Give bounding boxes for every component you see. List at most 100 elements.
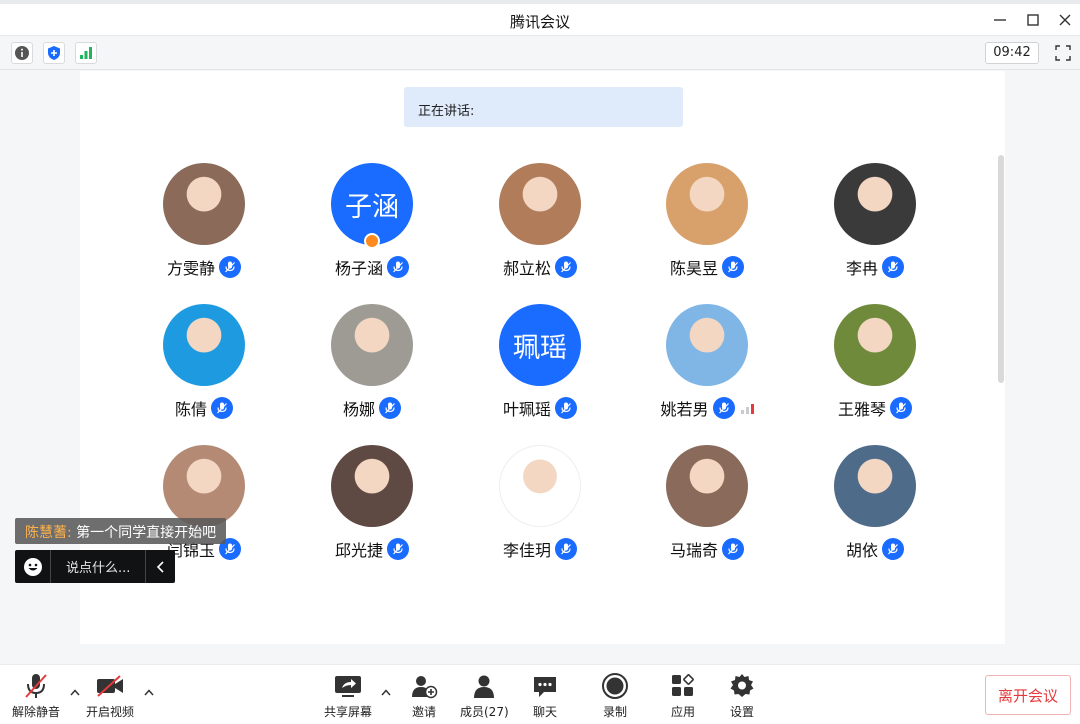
share-screen-icon xyxy=(335,676,361,697)
video-options-button[interactable] xyxy=(142,685,156,699)
apps-icon xyxy=(672,674,694,696)
leave-meeting-button[interactable]: 离开会议 xyxy=(985,675,1071,715)
fullscreen-icon xyxy=(1055,45,1071,61)
participant-name: 马瑞奇 xyxy=(669,541,718,560)
camera-off-icon xyxy=(97,675,123,697)
avatar xyxy=(331,445,413,527)
avatar xyxy=(331,304,413,386)
participant-tile[interactable]: 陈倩 xyxy=(122,304,286,434)
participant-name: 邱光捷 xyxy=(334,541,383,560)
participant-name-row: 姚若男 xyxy=(625,397,789,419)
participant-tile[interactable]: 胡依 xyxy=(793,445,957,575)
chat-input-placeholder[interactable]: 说点什么... xyxy=(51,557,145,576)
members-button[interactable]: 成员(27) xyxy=(460,671,509,720)
speaking-indicator: 正在讲话: xyxy=(404,87,683,127)
start-video-button[interactable]: 开启视频 xyxy=(86,671,134,720)
participant-tile[interactable]: 杨娜 xyxy=(290,304,454,434)
participant-name: 李佳玥 xyxy=(502,541,551,560)
share-screen-button[interactable]: 共享屏幕 xyxy=(324,671,372,720)
participant-name: 陈昊昱 xyxy=(669,259,718,278)
maximize-icon xyxy=(1027,14,1039,26)
avatar xyxy=(499,163,581,245)
unmute-button[interactable]: 解除静音 xyxy=(12,671,60,720)
mic-icon xyxy=(882,538,904,560)
settings-button[interactable]: 设置 xyxy=(729,671,755,720)
participant-name-row: 邱光捷 xyxy=(290,538,454,560)
chat-icon xyxy=(534,677,556,697)
participant-name: 杨娜 xyxy=(342,400,375,419)
mic-icon xyxy=(387,256,409,278)
chevron-up-icon xyxy=(381,688,391,695)
avatar xyxy=(834,304,916,386)
participant-tile[interactable]: 陈昊昱 xyxy=(625,163,789,293)
mic-icon xyxy=(211,397,233,419)
chat-message-text: 第一个同学直接开始吧 xyxy=(76,525,217,541)
participant-tile[interactable]: 王雅琴 xyxy=(793,304,957,434)
record-button[interactable]: 录制 xyxy=(601,671,629,720)
members-icon xyxy=(474,675,495,698)
avatar xyxy=(834,445,916,527)
participant-name-row: 陈倩 xyxy=(122,397,286,419)
participant-tile[interactable]: 珮瑶 叶珮瑶 xyxy=(458,304,622,434)
meeting-toolbar: 09:42 xyxy=(0,37,1080,70)
avatar xyxy=(666,445,748,527)
meeting-info-button[interactable] xyxy=(11,42,33,64)
record-icon xyxy=(602,673,628,699)
mic-icon xyxy=(555,256,577,278)
window-title: 腾讯会议 xyxy=(509,13,570,31)
participant-name-row: 杨子涵 xyxy=(290,256,454,278)
participant-tile[interactable]: 马瑞奇 xyxy=(625,445,789,575)
invite-button[interactable]: 邀请 xyxy=(410,671,438,720)
chevron-up-icon xyxy=(144,688,154,695)
participant-name: 胡依 xyxy=(845,541,878,560)
network-status-button[interactable] xyxy=(75,42,97,64)
participant-tile[interactable]: 邱光捷 xyxy=(290,445,454,575)
apps-button[interactable]: 应用 xyxy=(670,671,696,720)
security-button[interactable] xyxy=(43,42,65,64)
avatar xyxy=(834,163,916,245)
participant-name: 郝立松 xyxy=(502,259,551,278)
participant-tile[interactable]: 郝立松 xyxy=(458,163,622,293)
chat-sender: 陈慧蓍: xyxy=(25,525,72,541)
participant-name-row: 马瑞奇 xyxy=(625,538,789,560)
chat-quick-input[interactable]: 说点什么... xyxy=(15,550,175,583)
avatar xyxy=(163,304,245,386)
participant-gallery: 正在讲话: 方雯静 子涵 杨子涵 郝立松 陈昊昱 李冉 陈倩 杨娜 珮瑶 叶珮瑶 姚若男 王雅琴 闫锦玉… xyxy=(80,71,1005,644)
mic-icon xyxy=(882,256,904,278)
mic-icon xyxy=(722,256,744,278)
gallery-scrollbar[interactable] xyxy=(998,155,1004,383)
minimize-button[interactable] xyxy=(988,8,1012,32)
emoji-button[interactable] xyxy=(15,550,51,583)
host-badge-icon xyxy=(364,233,380,249)
participant-name-row: 杨娜 xyxy=(290,397,454,419)
maximize-button[interactable] xyxy=(1021,8,1045,32)
avatar: 珮瑶 xyxy=(499,304,581,386)
fullscreen-button[interactable] xyxy=(1052,42,1074,64)
info-icon xyxy=(15,46,29,60)
title-bar: 腾讯会议 xyxy=(0,4,1080,36)
mic-icon xyxy=(555,397,577,419)
participant-tile[interactable]: 子涵 杨子涵 xyxy=(290,163,454,293)
close-button[interactable] xyxy=(1053,8,1077,32)
participant-name: 杨子涵 xyxy=(334,259,383,278)
chevron-up-icon xyxy=(70,688,80,695)
avatar xyxy=(666,304,748,386)
shield-icon xyxy=(48,46,60,60)
share-options-button[interactable] xyxy=(379,685,393,699)
chevron-left-icon xyxy=(156,560,164,573)
participant-tile[interactable]: 李冉 xyxy=(793,163,957,293)
participant-tile[interactable]: 方雯静 xyxy=(122,163,286,293)
audio-options-button[interactable] xyxy=(68,685,82,699)
participant-name-row: 陈昊昱 xyxy=(625,256,789,278)
participant-name-row: 李冉 xyxy=(793,256,957,278)
gear-icon xyxy=(730,674,754,697)
participant-name-row: 李佳玥 xyxy=(458,538,622,560)
avatar xyxy=(499,445,581,527)
collapse-chat-button[interactable] xyxy=(145,550,175,583)
participant-tile[interactable]: 李佳玥 xyxy=(458,445,622,575)
participant-tile[interactable]: 姚若男 xyxy=(625,304,789,434)
chat-button[interactable]: 聊天 xyxy=(532,671,558,720)
participant-name: 李冉 xyxy=(845,259,878,278)
participant-name-row: 叶珮瑶 xyxy=(458,397,622,419)
minimize-icon xyxy=(994,19,1006,21)
